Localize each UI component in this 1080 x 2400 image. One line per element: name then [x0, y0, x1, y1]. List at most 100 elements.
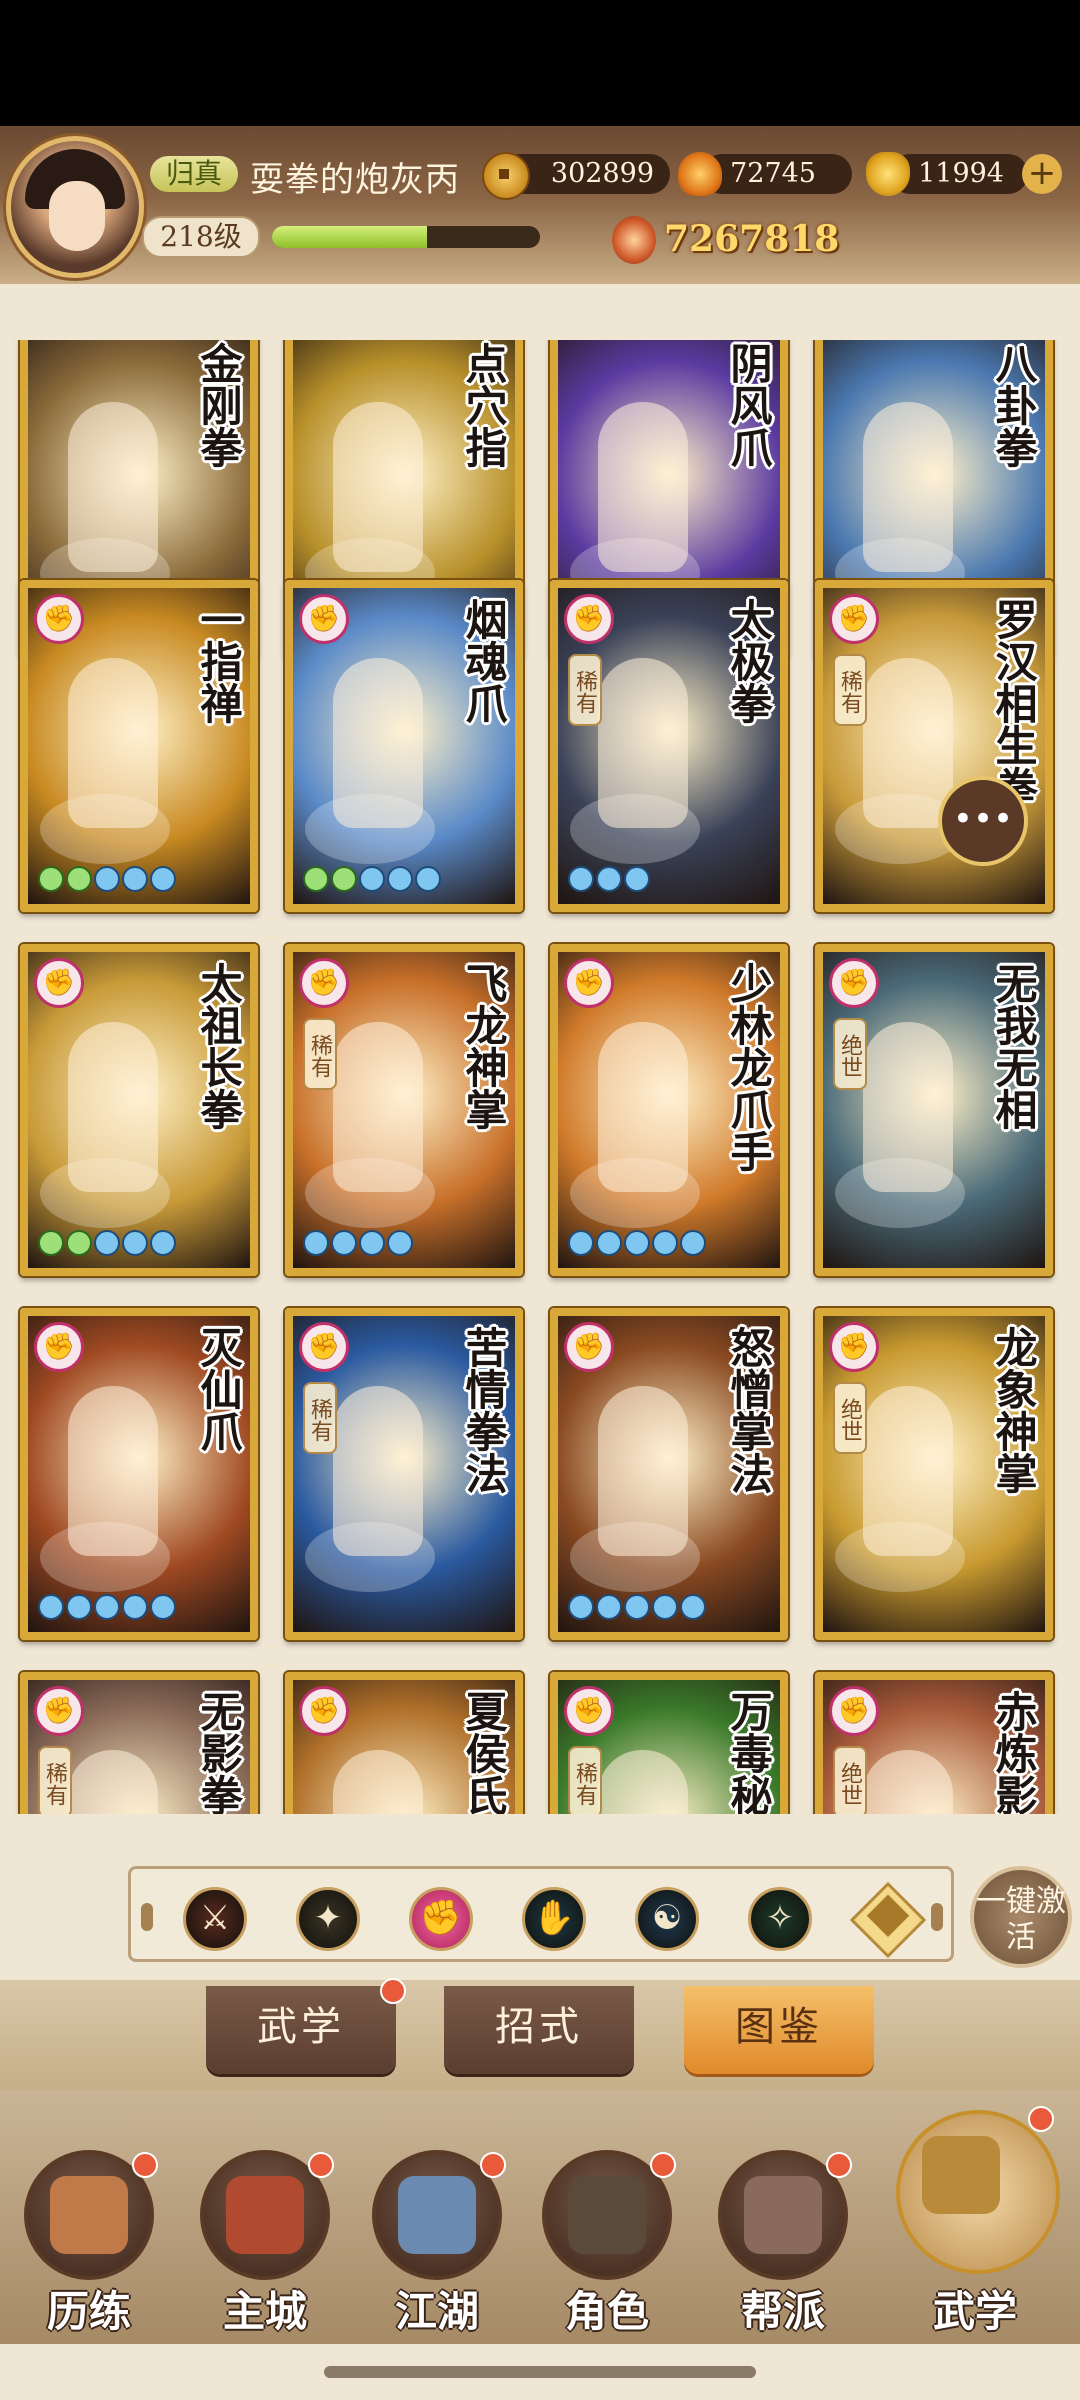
player-avatar[interactable] [6, 136, 144, 278]
martial-art-card[interactable]: ✊ 稀有 飞龙神掌 [285, 944, 523, 1276]
nav-notification-dot [650, 2152, 676, 2178]
exp-bar [272, 226, 540, 248]
fist-category-icon: ✊ [299, 958, 349, 1008]
tab-martial-arts[interactable]: 武学 [206, 1986, 396, 2074]
copper-resource: 302899 [482, 152, 670, 200]
fighter-figure [333, 658, 423, 828]
tab-moves[interactable]: 招式 [444, 1986, 634, 2074]
fist-category-icon: ✊ [34, 958, 84, 1008]
star-drop-icon [303, 1230, 329, 1256]
star-drop-icon [680, 1594, 706, 1620]
fist-category-icon: ✊ [564, 1686, 614, 1736]
star-drop-icon [38, 1594, 64, 1620]
martial-art-card[interactable]: ✊ 一指禅 [20, 580, 258, 912]
jade-resource: 72745 [678, 152, 852, 196]
martial-art-card[interactable]: ✊ 灭仙爪 [20, 1308, 258, 1640]
card-title: 夏侯氏 [459, 1690, 508, 1814]
star-rating [568, 1230, 706, 1260]
fighter-figure [863, 402, 953, 572]
nav-item-6[interactable]: 武学 [896, 2106, 1060, 2336]
nav-notification-dot [480, 2152, 506, 2178]
star-drop-icon [94, 1230, 120, 1256]
martial-art-card[interactable]: ✊ 绝世 赤炼影 [815, 1672, 1053, 1814]
card-title: 无影拳 [194, 1690, 243, 1814]
panel-peg [141, 1903, 153, 1931]
nav-label: 武学 [932, 2287, 1017, 2336]
martial-art-card[interactable]: ✊ 稀有 太极拳 [550, 580, 788, 912]
fighter-figure [333, 1022, 423, 1192]
taichi-icon[interactable]: ☯ [635, 1887, 699, 1951]
martial-art-card[interactable]: ✊ 稀有 无影拳 [20, 1672, 258, 1814]
star-rating [38, 1594, 176, 1624]
palm-icon[interactable]: ✋ [522, 1887, 586, 1951]
star-drop-icon [150, 1594, 176, 1620]
martial-art-card[interactable]: ✊ 稀有 罗汉相生拳 [815, 580, 1053, 912]
star-drop-icon [94, 1594, 120, 1620]
nav-item-1[interactable]: 历练 [14, 2110, 164, 2336]
martial-art-card[interactable]: ✊ 怒憎掌法 [550, 1308, 788, 1640]
rarity-tag: 绝世 [833, 1018, 867, 1090]
nav-item-5[interactable]: 帮派 [708, 2110, 858, 2336]
rarity-tag: 稀有 [303, 1018, 337, 1090]
chat-bubble-icon[interactable]: ••• [938, 776, 1028, 866]
fighter-figure [333, 1386, 423, 1556]
nav-item-4[interactable]: 角色 [532, 2110, 682, 2336]
fist-category-icon: ✊ [829, 594, 879, 644]
star-drop-icon [94, 866, 120, 892]
star-drop-icon [568, 866, 594, 892]
nav-label: 江湖 [394, 2287, 479, 2336]
blade-icon[interactable]: ✦ [296, 1887, 360, 1951]
martial-art-card[interactable]: ✊ 绝世 龙象神掌 [815, 1308, 1053, 1640]
icon-art [226, 2176, 304, 2254]
martial-art-card[interactable]: ✊ 稀有 万毒秘 [550, 1672, 788, 1814]
fighter-figure [333, 1750, 423, 1814]
fist-category-icon: ✊ [564, 1322, 614, 1372]
martial-art-card[interactable]: ✊ 烟魂爪 [285, 580, 523, 912]
gold-value: 11994 [918, 158, 1004, 189]
nav-label: 角色 [564, 2287, 649, 2336]
rarity-tag: 绝世 [833, 1382, 867, 1454]
icon-art [922, 2136, 1000, 2214]
level-badge: 218级 [142, 216, 260, 258]
martial-art-card[interactable]: ✊ 绝世 无我无相 [815, 944, 1053, 1276]
nav-item-2[interactable]: 主城 [190, 2110, 340, 2336]
fighter-figure [598, 1022, 688, 1192]
star-drop-icon [303, 866, 329, 892]
plus-icon[interactable]: + [1022, 154, 1062, 194]
martial-scroll-icon [896, 2110, 1060, 2274]
sword-icon[interactable]: ⚔ [183, 1887, 247, 1951]
upgrade-diamond-icon[interactable] [849, 1881, 927, 1959]
rarity-tag: 稀有 [833, 654, 867, 726]
star-drop-icon [359, 1230, 385, 1256]
martial-art-card[interactable]: ✊ 夏侯氏 [285, 1672, 523, 1814]
activate-all-button[interactable]: 一键激活 [970, 1866, 1072, 1968]
card-title: 八卦拳 [989, 342, 1038, 468]
martial-art-card[interactable]: ✊ 少林龙爪手 [550, 944, 788, 1276]
star-drop-icon [596, 1594, 622, 1620]
nav-label: 主城 [222, 2287, 307, 2336]
fighter-figure [598, 1386, 688, 1556]
star-rating [303, 1230, 413, 1260]
fighter-figure [598, 658, 688, 828]
icon-art [568, 2176, 646, 2254]
star-drop-icon [624, 1594, 650, 1620]
nav-item-3[interactable]: 江湖 [362, 2110, 512, 2336]
star-rating [38, 1230, 176, 1260]
martial-art-card[interactable]: ✊ 稀有 苦情拳法 [285, 1308, 523, 1640]
martial-art-card[interactable]: ✊ 太祖长拳 [20, 944, 258, 1276]
nav-label: 帮派 [740, 2287, 825, 2336]
fist-icon[interactable]: ✊ [409, 1887, 473, 1951]
gold-resource: 11994 [866, 152, 1028, 196]
tab-codex[interactable]: 图鉴 [684, 1986, 874, 2074]
star-drop-icon [652, 1230, 678, 1256]
coin-icon [482, 152, 530, 200]
star-rating [303, 866, 441, 896]
fist-category-icon: ✊ [34, 594, 84, 644]
fist-category-icon: ✊ [299, 1322, 349, 1372]
card-title: 龙象神掌 [989, 1326, 1038, 1494]
copper-value: 302899 [550, 158, 654, 189]
card-title: 灭仙爪 [194, 1326, 243, 1452]
claw-icon[interactable]: ✧ [748, 1887, 812, 1951]
card-title: 万毒秘 [724, 1690, 773, 1814]
tab-notification-dot [380, 1978, 406, 2004]
